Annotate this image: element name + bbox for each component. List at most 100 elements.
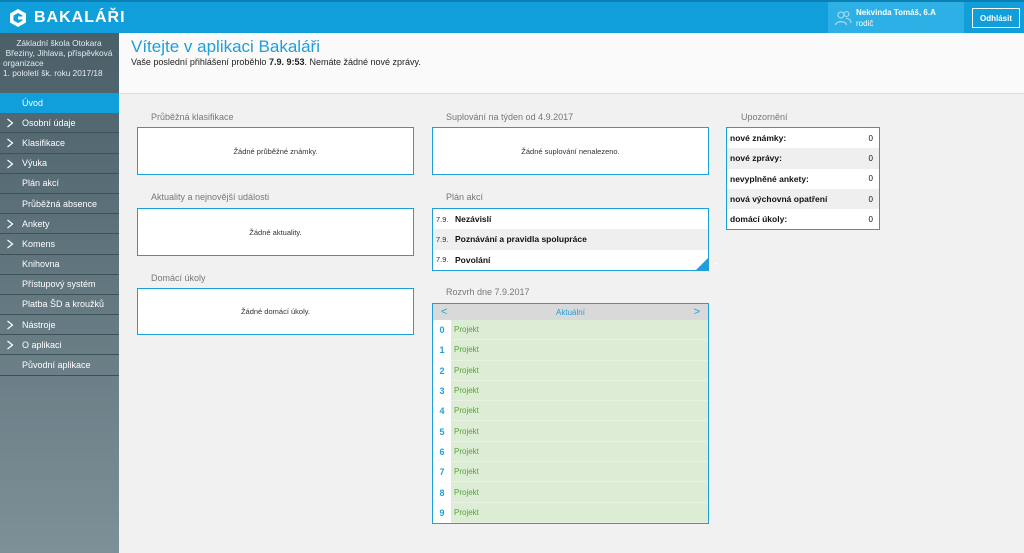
lesson-number: 0 — [433, 320, 451, 341]
event-row[interactable]: 7.9. Nezávislí — [433, 209, 708, 229]
sidebar-item[interactable]: O aplikaci — [0, 335, 119, 356]
prev-day-chevron-icon[interactable]: < — [441, 306, 447, 318]
lesson-subject: Projekt — [451, 380, 708, 402]
chevron-right-icon — [7, 118, 14, 128]
notice-label: nové zprávy: — [730, 153, 782, 164]
notice-row[interactable]: domácí úkoly: 0 — [727, 209, 879, 229]
sidebar-item-label: Plán akcí — [22, 178, 60, 189]
app-logo[interactable]: BAKALÁŘI — [8, 6, 126, 30]
sidebar-item[interactable]: Plán akcí — [0, 174, 119, 194]
lesson-row[interactable]: 2 Projekt — [433, 360, 708, 381]
event-row[interactable]: 7.9. Poznávání a pravidla spolupráce — [433, 229, 708, 250]
school-name-line1: Základní škola Otokara — [16, 38, 102, 48]
sidebar-item-label: Knihovna — [22, 259, 60, 270]
timetable-panel: < Aktuální > 0 Projekt 1 Projekt 2 Projekt 3 Pr… — [432, 303, 709, 524]
event-name: Poznávání a pravidla spolupráce — [455, 234, 587, 245]
sidebar-item[interactable]: Úvod — [0, 93, 119, 114]
substitution-panel: Žádné suplování nenalezeno. — [432, 127, 709, 175]
lesson-row[interactable]: 7 Projekt — [433, 462, 708, 483]
lesson-row[interactable]: 5 Projekt — [433, 421, 708, 442]
notice-label: domácí úkoly: — [730, 214, 788, 225]
sidebar-item-label: O aplikaci — [22, 339, 62, 350]
homework-panel: Žádné domácí úkoly. — [137, 288, 414, 335]
lesson-row[interactable]: 3 Projekt — [433, 380, 708, 402]
lesson-subject: Projekt — [451, 441, 708, 463]
welcome-header: Vítejte v aplikaci Bakaláři Vaše posledn… — [119, 33, 1024, 94]
sidebar-item-label: Přístupový systém — [22, 279, 96, 290]
sidebar-item[interactable]: Průběžná absence — [0, 194, 119, 215]
lesson-number: 5 — [433, 421, 451, 442]
timetable-title: Rozvrh dne 7.9.2017 — [446, 287, 530, 297]
lesson-number: 8 — [433, 482, 451, 503]
chevron-right-icon — [7, 219, 14, 229]
lesson-number: 1 — [433, 340, 451, 361]
chevron-right-icon — [7, 239, 14, 249]
notice-row[interactable]: nové zprávy: 0 — [727, 148, 879, 169]
user-info[interactable]: Nekvinda Tomáš, 6.A rodič — [828, 2, 964, 33]
sidebar-item[interactable]: Nástroje — [0, 315, 119, 336]
substitution-title: Suplování na týden od 4.9.2017 — [446, 112, 574, 122]
sidebar-item-label: Platba ŠD a kroužků — [22, 299, 105, 310]
sidebar-item-label: Osobní údaje — [22, 117, 76, 128]
lesson-subject: Projekt — [451, 360, 708, 381]
sidebar-item[interactable]: Výuka — [0, 154, 119, 174]
lesson-subject: Projekt — [451, 320, 708, 341]
notice-count: 0 — [868, 133, 873, 143]
sidebar-item[interactable]: Přístupový systém — [0, 275, 119, 295]
lesson-subject: Projekt — [451, 421, 708, 442]
sidebar-item-label: Průběžná absence — [22, 198, 98, 209]
timetable-current-label[interactable]: Aktuální — [556, 308, 585, 317]
lesson-row[interactable]: 9 Projekt — [433, 502, 708, 523]
users-icon — [834, 11, 852, 26]
next-day-chevron-icon[interactable]: > — [694, 306, 700, 318]
sidebar-item[interactable]: Původní aplikace — [0, 355, 119, 376]
last-login-time: 7.9. 9:53 — [268, 57, 305, 67]
notice-count: 0 — [868, 214, 873, 224]
lesson-number: 4 — [433, 401, 451, 422]
sidebar-item-label: Komens — [22, 238, 56, 249]
lesson-row[interactable]: 0 Projekt — [433, 320, 708, 341]
timetable-rows: 0 Projekt 1 Projekt 2 Projekt 3 Projekt 4 Projekt… — [433, 320, 708, 523]
notice-row[interactable]: nové známky: 0 — [727, 128, 879, 148]
chevron-right-icon — [7, 320, 14, 330]
event-row[interactable]: 7.9. Povolání — [433, 250, 708, 270]
lesson-row[interactable]: 4 Projekt — [433, 401, 708, 422]
sidebar-item[interactable]: Komens — [0, 234, 119, 255]
notice-label: nevyplněné ankety: — [730, 173, 809, 184]
notice-label: nová výchovná opatření — [730, 194, 828, 205]
lesson-row[interactable]: 6 Projekt — [433, 441, 708, 463]
top-bar: BAKALÁŘI Nekvinda Tomáš, 6.A rodič Odhlá… — [0, 0, 1024, 33]
app-name: BAKALÁŘI — [34, 9, 126, 26]
user-role: rodič — [856, 19, 874, 28]
school-info: Základní škola Otokara Březiny, Jihlava,… — [0, 33, 119, 78]
sidebar-item[interactable]: Platba ŠD a kroužků — [0, 295, 119, 316]
notice-count: 0 — [868, 153, 873, 163]
chevron-right-icon — [7, 159, 14, 169]
lesson-number: 9 — [433, 502, 451, 523]
lesson-subject: Projekt — [451, 502, 708, 523]
sidebar-item[interactable]: Osobní údaje — [0, 113, 119, 134]
sidebar-item-label: Nástroje — [22, 319, 56, 330]
lesson-row[interactable]: 1 Projekt — [433, 340, 708, 361]
notice-label: nové známky: — [730, 133, 787, 144]
notice-row[interactable]: nevyplněné ankety: 0 — [727, 169, 879, 189]
lesson-number: 2 — [433, 360, 451, 381]
school-term: 1. pololetí šk. roku 2017/18 — [3, 68, 103, 78]
logout-button[interactable]: Odhlásit — [972, 8, 1020, 28]
sidebar-item[interactable]: Ankety — [0, 214, 119, 235]
lesson-subject: Projekt — [451, 482, 708, 503]
sidebar-item[interactable]: Knihovna — [0, 255, 119, 275]
grades-panel: Žádné průběžné známky. — [137, 127, 414, 175]
notice-count: 0 — [868, 174, 873, 184]
notices-title: Upozornění — [741, 112, 788, 122]
lesson-row[interactable]: 8 Projekt — [433, 482, 708, 503]
notice-row[interactable]: nová výchovná opatření 0 — [727, 188, 879, 210]
school-name-line3: organizace — [3, 58, 44, 68]
grades-empty-text: Žádné průběžné známky. — [233, 146, 318, 156]
sidebar-item[interactable]: Klasifikace — [0, 133, 119, 154]
notices-list: nové známky: 0 nové zprávy: 0 nevyplněné ank… — [727, 128, 879, 229]
lesson-subject: Projekt — [451, 401, 708, 422]
sidebar-item-label: Úvod — [22, 97, 44, 108]
add-event-button[interactable]: + — [696, 258, 719, 270]
lesson-number: 6 — [433, 441, 451, 463]
